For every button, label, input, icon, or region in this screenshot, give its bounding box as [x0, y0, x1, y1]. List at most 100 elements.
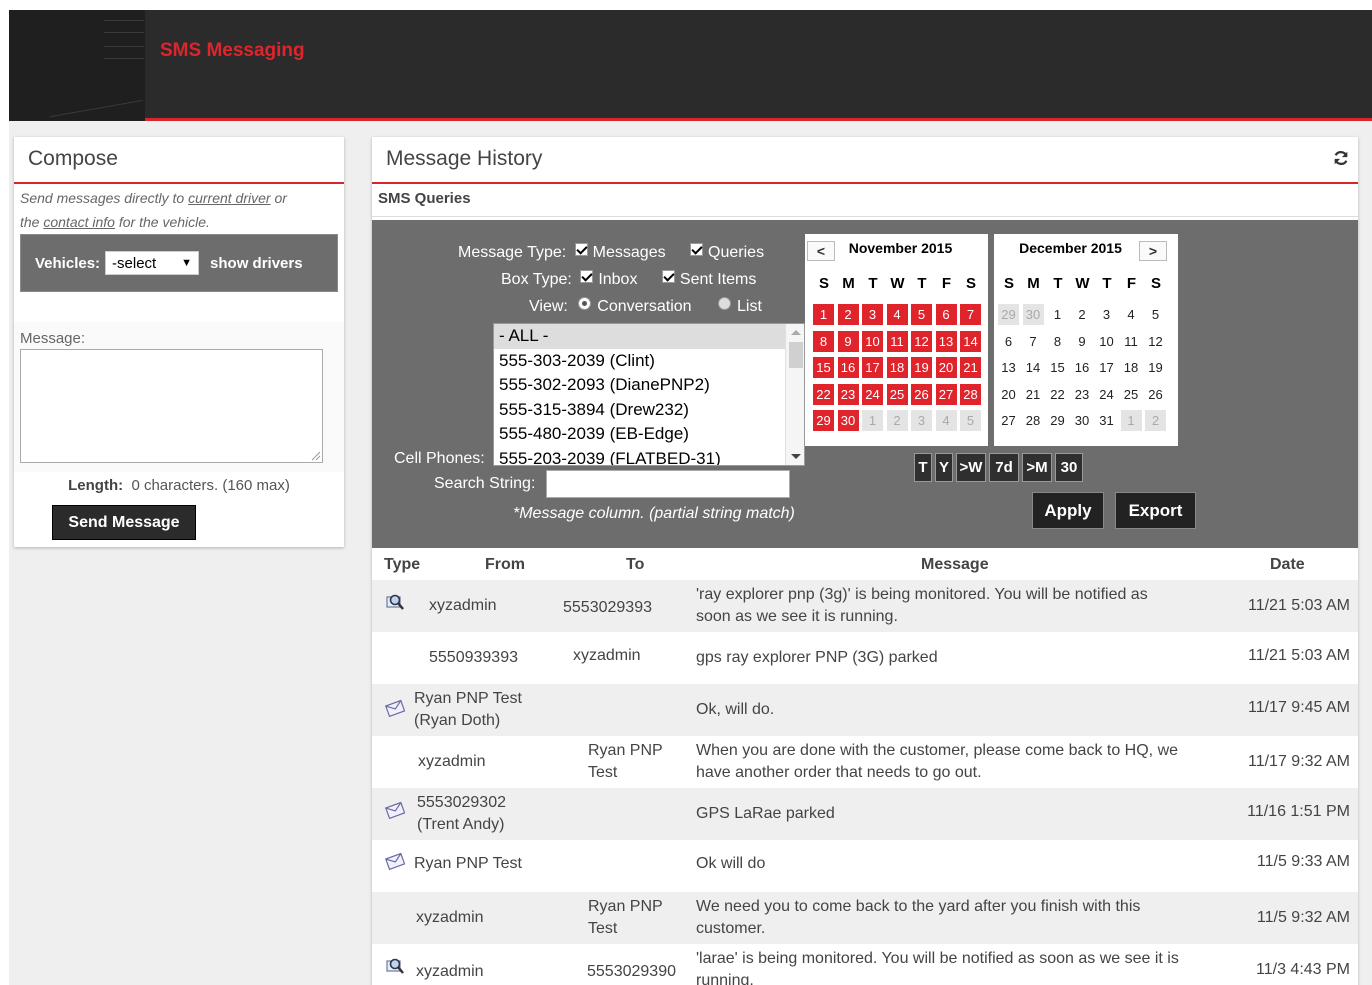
calendar-day[interactable]: 29: [1047, 410, 1068, 431]
apply-button[interactable]: Apply: [1032, 492, 1104, 529]
calendar-day[interactable]: 8: [1047, 331, 1068, 352]
calendar-day[interactable]: 3: [862, 304, 883, 325]
calendar-day[interactable]: 15: [813, 357, 834, 378]
calendar-day[interactable]: 28: [1023, 410, 1044, 431]
calendar-day[interactable]: 18: [886, 357, 908, 378]
current-driver-link[interactable]: current driver: [188, 190, 270, 206]
conversation-radio[interactable]: [578, 297, 592, 310]
contact-info-link[interactable]: contact info: [43, 214, 115, 230]
calendar-day[interactable]: 4: [886, 304, 908, 325]
phone-option[interactable]: 555-302-2093 (DianePNP2): [494, 373, 804, 398]
calendar-day[interactable]: 2: [837, 304, 859, 325]
calendar-day[interactable]: 9: [837, 330, 859, 352]
scroll-thumb[interactable]: [789, 342, 803, 368]
calendar-day[interactable]: 28: [960, 383, 981, 405]
calendar-day[interactable]: 22: [813, 383, 834, 405]
calendar-day[interactable]: 13: [998, 357, 1019, 378]
search-input[interactable]: [546, 470, 790, 498]
table-row[interactable]: xyzadmin 5553029393 'ray explorer pnp (3…: [372, 580, 1358, 632]
phone-option[interactable]: 555-203-2039 (FLATBED-31): [494, 447, 804, 466]
calendar-day[interactable]: 12: [1145, 331, 1166, 352]
calendar-day[interactable]: 5: [960, 410, 981, 431]
calendar-day[interactable]: 15: [1047, 357, 1068, 378]
calendar-day[interactable]: 11: [1121, 331, 1142, 352]
calendar-day[interactable]: 25: [1121, 384, 1142, 405]
calendar-day[interactable]: 30: [1072, 410, 1093, 431]
quick-today-button[interactable]: T: [914, 453, 932, 482]
scroll-down-icon[interactable]: [791, 454, 801, 459]
calendar-day[interactable]: 9: [1072, 331, 1093, 352]
scroll-up-icon[interactable]: [791, 330, 801, 335]
calendar-day[interactable]: 7: [960, 304, 981, 325]
calendar-day[interactable]: 19: [911, 357, 932, 378]
refresh-icon[interactable]: [1332, 149, 1350, 167]
phone-option[interactable]: 555-303-2039 (Clint): [494, 349, 804, 374]
quick-yesterday-button[interactable]: Y: [935, 453, 953, 482]
phone-option[interactable]: 555-480-2039 (EB-Edge): [494, 422, 804, 447]
sent-items-checkbox[interactable]: [661, 270, 675, 283]
calendar-day[interactable]: 1: [1047, 304, 1068, 325]
list-radio[interactable]: [718, 297, 732, 310]
table-row[interactable]: 5553029302 (Trent Andy) GPS LaRae parked …: [372, 788, 1358, 840]
calendar-day[interactable]: 21: [1023, 384, 1044, 405]
calendar-day[interactable]: 22: [1047, 384, 1068, 405]
calendar-day[interactable]: 2: [886, 410, 908, 431]
calendar-day[interactable]: 20: [935, 357, 957, 378]
calendar-day[interactable]: 3: [911, 410, 932, 431]
calendar-day[interactable]: 7: [1023, 331, 1044, 352]
calendar-day[interactable]: 1: [1120, 410, 1142, 431]
table-row[interactable]: xyzadmin Ryan PNP Test We need you to com…: [372, 892, 1358, 944]
calendar-day[interactable]: 27: [935, 383, 957, 405]
calendar-day[interactable]: 13: [935, 330, 957, 352]
calendar-day[interactable]: 14: [1023, 357, 1044, 378]
calendar-day[interactable]: 10: [862, 330, 883, 352]
vehicles-select[interactable]: -select ▼: [105, 251, 200, 275]
calendar-day[interactable]: 4: [935, 410, 957, 431]
calendar-day[interactable]: 6: [935, 304, 957, 325]
table-row[interactable]: 5550939393 xyzadmin gps ray explorer PNP…: [372, 632, 1358, 684]
col-to[interactable]: To: [626, 556, 644, 574]
calendar-day[interactable]: 24: [862, 383, 883, 405]
calendar-day[interactable]: 2: [1072, 304, 1093, 325]
quick-30-button[interactable]: 30: [1055, 453, 1083, 482]
message-textarea[interactable]: [20, 349, 323, 463]
resize-grip-icon[interactable]: [311, 451, 321, 461]
table-row[interactable]: Ryan PNP Test Ok will do 11/5 9:33 AM: [372, 840, 1358, 892]
calendar-day[interactable]: 23: [837, 383, 859, 405]
calendar-day[interactable]: 20: [998, 384, 1019, 405]
calendar-day[interactable]: 26: [911, 383, 932, 405]
calendar-day[interactable]: 29: [998, 304, 1019, 325]
calendar-day[interactable]: 10: [1096, 331, 1117, 352]
calendar-day[interactable]: 24: [1096, 384, 1117, 405]
send-message-button[interactable]: Send Message: [52, 505, 196, 540]
calendar-day[interactable]: 5: [911, 304, 932, 325]
calendar-day[interactable]: 11: [886, 330, 908, 352]
calendar-day[interactable]: 21: [960, 357, 981, 378]
calendar-day[interactable]: 17: [1096, 357, 1117, 378]
phone-option[interactable]: 555-315-3894 (Drew232): [494, 398, 804, 423]
calendar-day[interactable]: 6: [998, 331, 1019, 352]
export-button[interactable]: Export: [1115, 492, 1196, 529]
quick-this-week-button[interactable]: >W: [956, 453, 986, 482]
calendar-day[interactable]: 31: [1096, 410, 1117, 431]
col-type[interactable]: Type: [384, 556, 420, 574]
calendar-day[interactable]: 16: [837, 357, 859, 378]
table-row[interactable]: xyzadmin Ryan PNP Test When you are done …: [372, 736, 1358, 788]
col-from[interactable]: From: [485, 556, 525, 574]
calendar-day[interactable]: 5: [1145, 304, 1166, 325]
calendar-day[interactable]: 29: [813, 410, 834, 431]
inbox-checkbox[interactable]: [580, 270, 594, 283]
quick-this-month-button[interactable]: >M: [1022, 453, 1052, 482]
calendar-day[interactable]: 30: [1022, 304, 1044, 325]
quick-7d-button[interactable]: 7d: [989, 453, 1019, 482]
col-date[interactable]: Date: [1270, 556, 1305, 574]
messages-checkbox[interactable]: [574, 243, 588, 256]
show-drivers-link[interactable]: show drivers: [210, 255, 303, 272]
calendar-day[interactable]: 26: [1145, 384, 1166, 405]
next-month-button[interactable]: >: [1139, 241, 1167, 261]
calendar-day[interactable]: 12: [911, 330, 932, 352]
calendar-day[interactable]: 23: [1072, 384, 1093, 405]
cell-phones-list[interactable]: - ALL - 555-303-2039 (Clint) 555-302-209…: [493, 323, 805, 466]
col-message[interactable]: Message: [921, 556, 989, 574]
calendar-day[interactable]: 1: [813, 304, 834, 325]
